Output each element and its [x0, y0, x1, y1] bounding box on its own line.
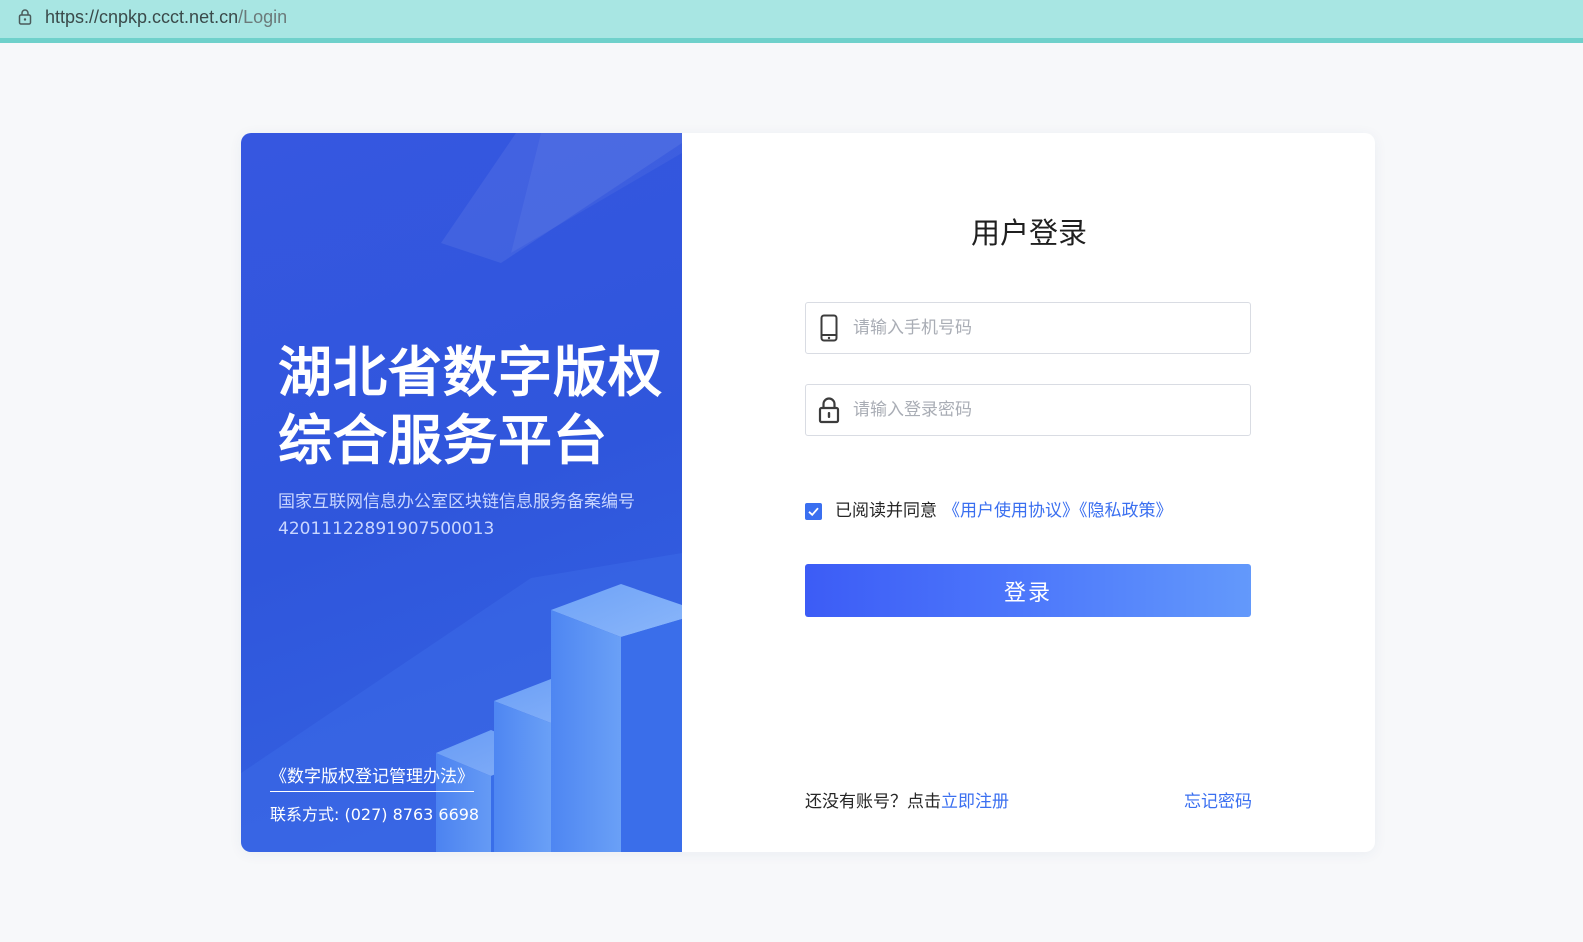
regulation-link[interactable]: 《数字版权登记管理办法》 — [270, 765, 474, 792]
login-card: 湖北省数字版权 综合服务平台 国家互联网信息办公室区块链信息服务备案编号 420… — [241, 133, 1375, 852]
agree-text: 已阅读并同意 — [835, 501, 937, 521]
padlock-icon — [818, 397, 840, 424]
checkmark-icon — [808, 507, 819, 517]
register-link[interactable]: 立即注册 — [941, 792, 1009, 812]
url-path: /Login — [238, 7, 288, 27]
password-input[interactable] — [851, 393, 1241, 427]
address-bar[interactable]: https://cnpkp.ccct.net.cn/Login — [0, 0, 1583, 43]
url-host: https://cnpkp.ccct.net.cn — [45, 7, 239, 27]
password-field[interactable] — [805, 384, 1251, 436]
contact-info: 联系方式: (027) 8763 6698 — [270, 805, 480, 824]
phone-input[interactable] — [851, 311, 1241, 345]
platform-title: 湖北省数字版权 综合服务平台 — [278, 339, 663, 475]
login-title: 用户登录 — [970, 216, 1087, 250]
filing-number: 42011122891907500013 — [278, 519, 495, 539]
filing-label: 国家互联网信息办公室区块链信息服务备案编号 — [278, 492, 635, 512]
login-button[interactable]: 登录 — [805, 564, 1251, 617]
filing-info: 国家互联网信息办公室区块链信息服务备案编号 420111228919075000… — [278, 489, 668, 543]
forgot-password-link[interactable]: 忘记密码 — [1182, 790, 1252, 814]
register-row: 还没有账号？点击立即注册 — [805, 790, 1009, 814]
platform-title-line2: 综合服务平台 — [278, 409, 608, 472]
agreement-policy-links[interactable]: 《用户使用协议》《隐私政策》 — [943, 498, 1173, 524]
url-text[interactable]: https://cnpkp.ccct.net.cn/Login — [45, 5, 287, 29]
left-banner-panel: 湖北省数字版权 综合服务平台 国家互联网信息办公室区块链信息服务备案编号 420… — [241, 133, 682, 852]
lock-icon — [18, 9, 32, 25]
phone-field[interactable] — [805, 302, 1251, 354]
no-account-text: 还没有账号？点击 — [805, 792, 941, 812]
agree-checkbox[interactable] — [805, 503, 822, 520]
mobile-phone-icon — [820, 314, 838, 342]
platform-title-line1: 湖北省数字版权 — [278, 341, 663, 404]
